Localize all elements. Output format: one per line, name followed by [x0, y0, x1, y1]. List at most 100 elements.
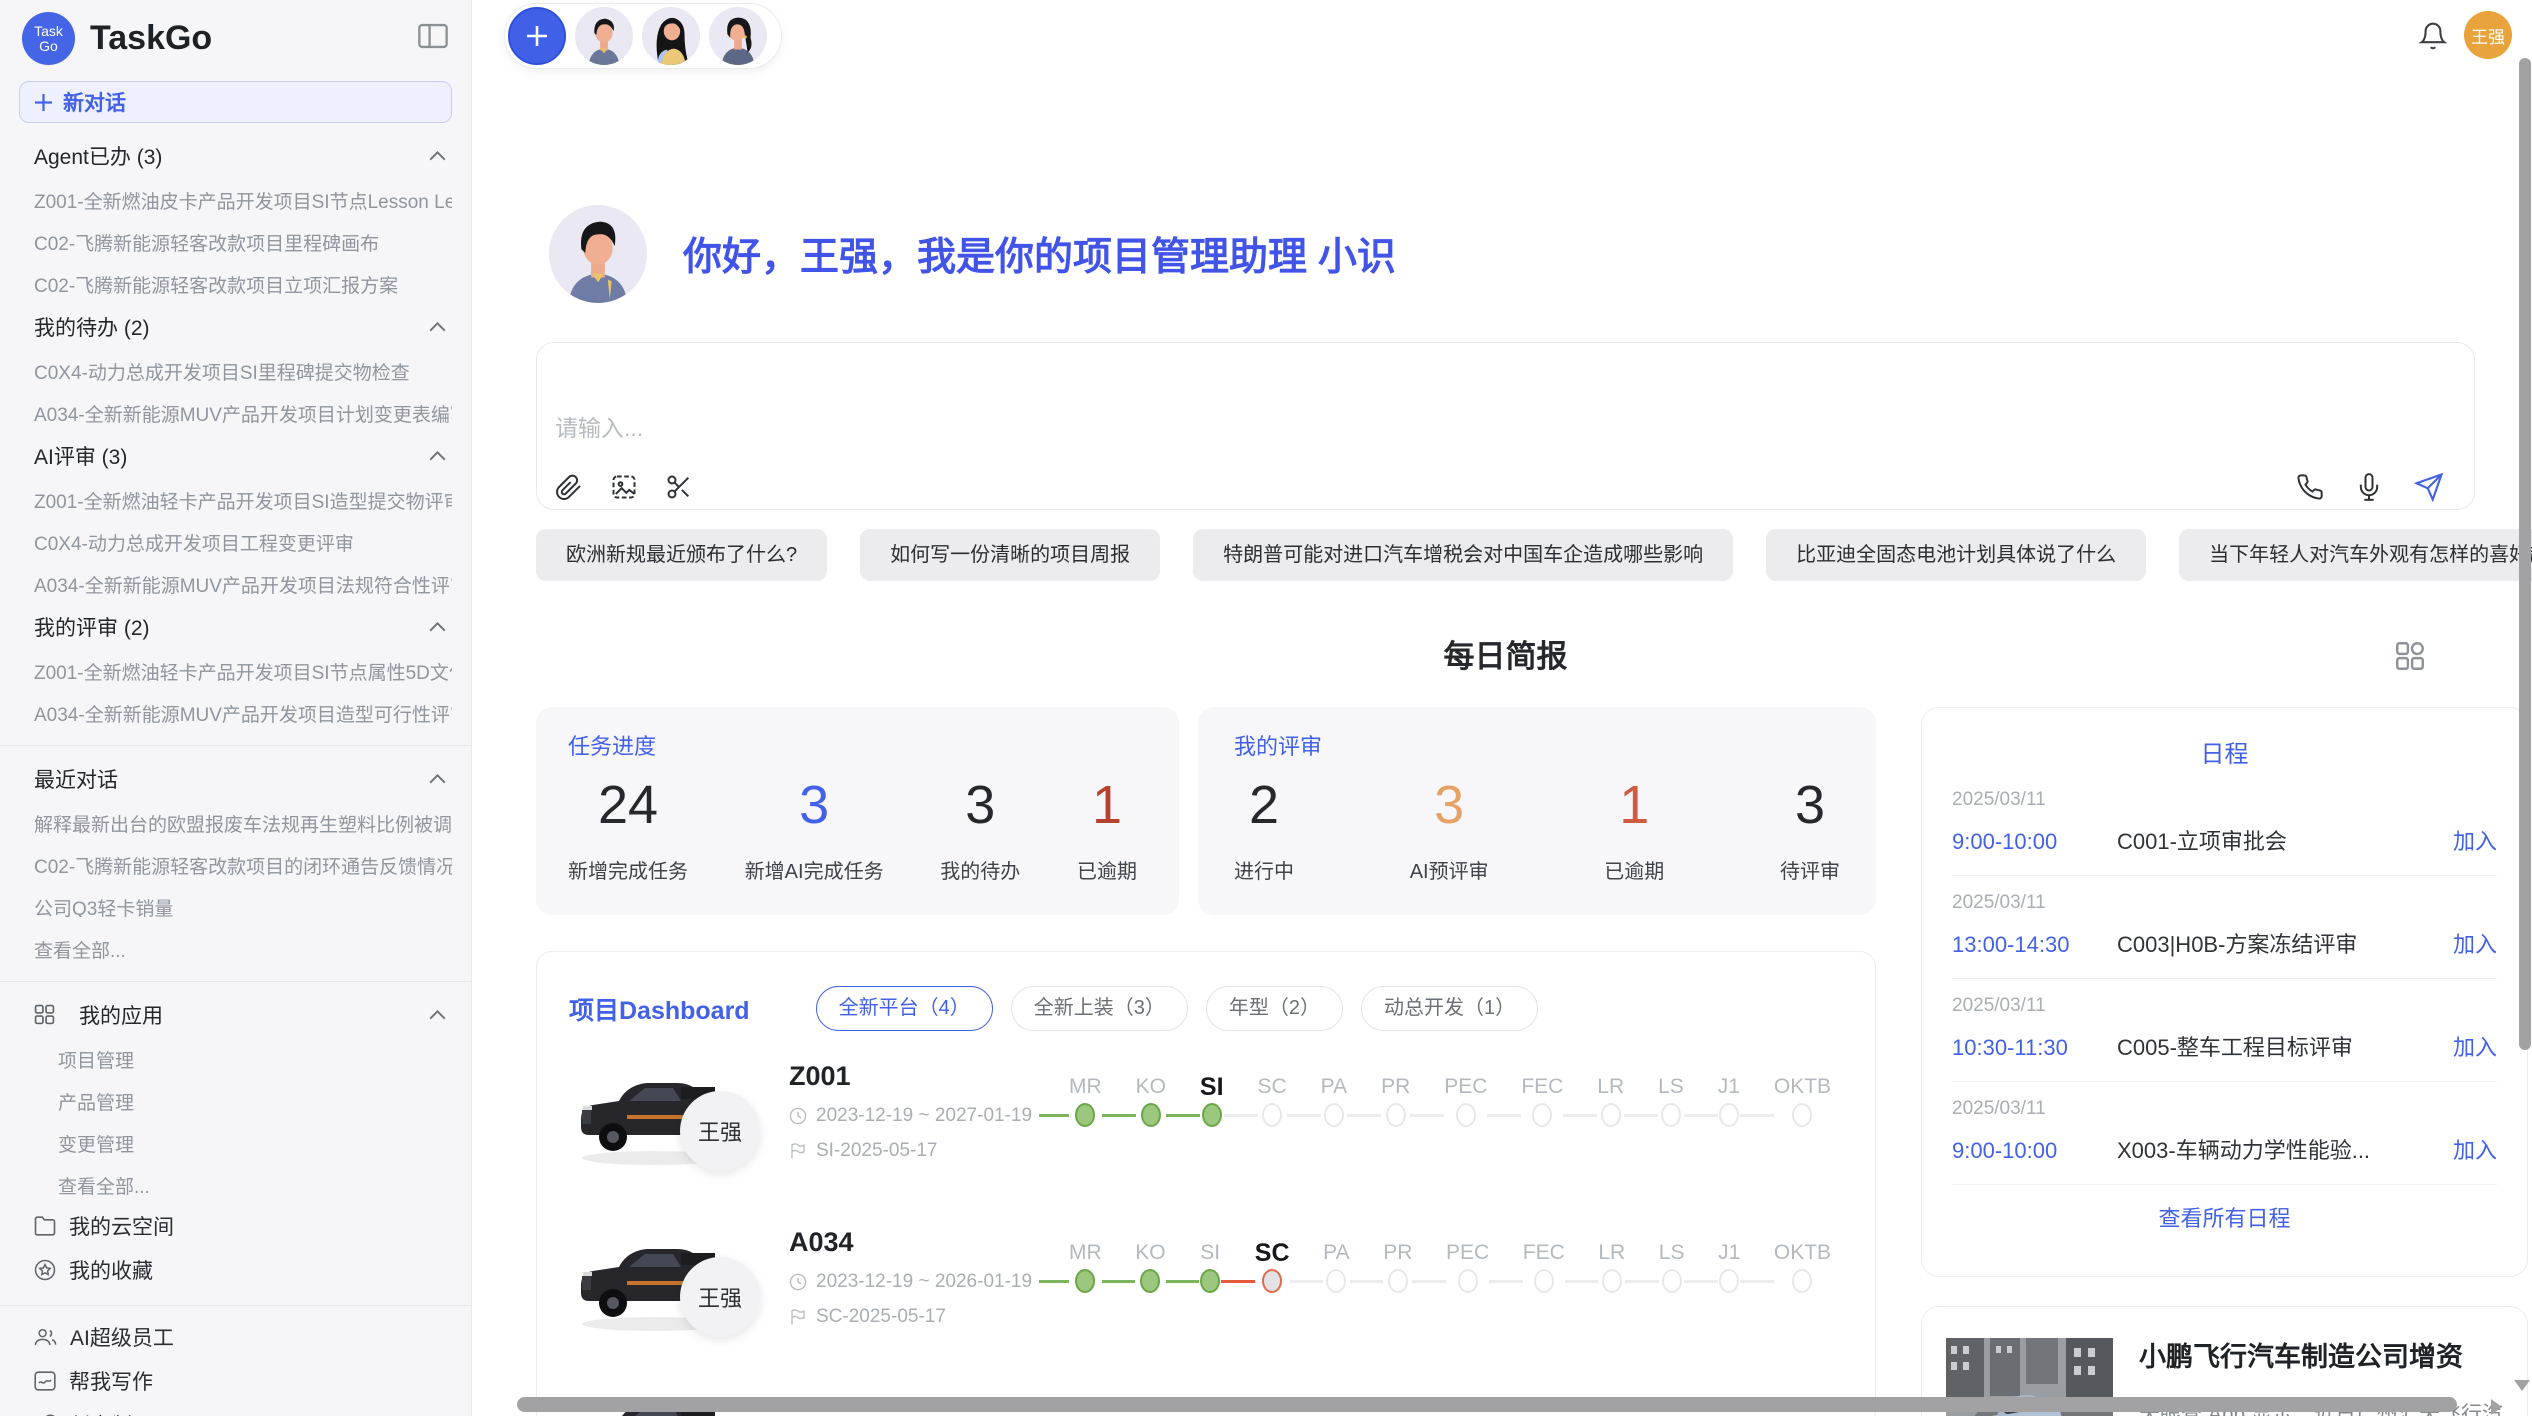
view-all-schedule-link[interactable]: 查看所有日程 [1952, 1201, 2497, 1233]
attachment-icon[interactable] [555, 473, 583, 501]
sidebar-section-header[interactable]: Agent已办 (3) [34, 143, 446, 168]
sidebar-scroll: Agent已办 (3) Z001-全新燃油皮卡产品开发项目SI节点Lesson L… [19, 143, 452, 1416]
sidebar-task-item[interactable]: A034-全新新能源MUV产品开发项目法规符合性评审 [34, 571, 452, 594]
milestone-node [1719, 1269, 1739, 1293]
sidebar-task-item[interactable]: C02-飞腾新能源轻客改款项目立项汇报方案 [34, 271, 452, 294]
schedule-time: 9:00-10:00 [1952, 1138, 2117, 1164]
apps-grid-icon [34, 1004, 55, 1025]
new-chat-button[interactable]: 新对话 [19, 81, 452, 123]
milestone-node [1719, 1103, 1739, 1127]
chevron-up-icon [429, 451, 446, 461]
join-link[interactable]: 加入 [2453, 927, 2497, 959]
milestone-label: PEC [1444, 1071, 1487, 1103]
app-item[interactable]: 变更管理 [58, 1130, 452, 1153]
sidebar-item-writing[interactable]: 帮我写作 [34, 1368, 446, 1394]
milestone: SC [1258, 1071, 1287, 1127]
stat-label: 已逾期 [1077, 855, 1137, 884]
project-code[interactable]: Z001 [789, 1061, 1039, 1092]
sidebar-item-creative-draw[interactable]: 创意制图 [34, 1412, 446, 1416]
sidebar-section-header[interactable]: 我的待办 (2) [34, 314, 446, 339]
suggestion-chip[interactable]: 欧洲新规最近颁布了什么? [536, 529, 827, 581]
app-item[interactable]: 产品管理 [58, 1088, 452, 1111]
join-link[interactable]: 加入 [2453, 1030, 2497, 1062]
dashboard-tab[interactable]: 年型（2） [1206, 986, 1343, 1031]
sidebar-task-item[interactable]: C02-飞腾新能源轻客改款项目里程碑画布 [34, 229, 452, 252]
milestone-node [1792, 1269, 1812, 1293]
view-all-chats-link[interactable]: 查看全部... [34, 936, 452, 959]
suggestion-chip[interactable]: 当下年轻人对汽车外观有怎样的喜好趋势 [2179, 529, 2532, 581]
app-item[interactable]: 项目管理 [58, 1046, 452, 1069]
sidebar-task-item[interactable]: C0X4-动力总成开发项目SI里程碑提交物检查 [34, 358, 452, 381]
recent-chat-item[interactable]: C02-飞腾新能源轻客改款项目的闭环通告反馈情况 [34, 852, 452, 875]
milestone-node [1661, 1103, 1681, 1127]
app-items: 项目管理产品管理变更管理查看全部... [19, 1046, 452, 1195]
join-link[interactable]: 加入 [2453, 824, 2497, 856]
my-review-card: 我的评审 2进行中3AI预评审1已逾期3待评审 [1198, 707, 1876, 915]
dashboard-tab[interactable]: 全新上装（3） [1011, 986, 1188, 1031]
milestone-label: PA [1323, 1237, 1349, 1269]
milestone-label: J1 [1718, 1071, 1740, 1103]
sidebar-task-item[interactable]: Z001-全新燃油轻卡产品开发项目SI造型提交物评审 [34, 487, 452, 510]
suggestion-chip[interactable]: 比亚迪全固态电池计划具体说了什么 [1766, 529, 2146, 581]
sidebar-item-ai-staff[interactable]: AI超级员工 [34, 1324, 446, 1350]
suggestion-chip[interactable]: 特朗普可能对进口汽车增税会对中国车企造成哪些影响 [1193, 529, 1733, 581]
new-chat-label: 新对话 [63, 87, 126, 117]
sidebar-item-favorites[interactable]: 我的收藏 [34, 1257, 446, 1283]
sidebar-task-item[interactable]: A034-全新新能源MUV产品开发项目计划变更表编写 [34, 400, 452, 423]
flag-icon [789, 1142, 807, 1160]
project-dates: 2023-12-19 ~ 2027-01-19 [789, 1105, 1039, 1127]
join-link[interactable]: 加入 [2453, 1133, 2497, 1165]
timeline-segment [1410, 1114, 1444, 1117]
recent-chat-item[interactable]: 公司Q3轻卡销量 [34, 894, 452, 917]
chevron-up-icon [429, 1010, 446, 1020]
timeline-segment [1039, 1114, 1069, 1117]
app-item[interactable]: 查看全部... [58, 1172, 452, 1195]
timeline-segment [1489, 1280, 1523, 1283]
milestone-label: OKTB [1774, 1237, 1831, 1269]
sidebar-item-cloud[interactable]: 我的云空间 [34, 1213, 446, 1239]
sidebar-task-item[interactable]: A034-全新新能源MUV产品开发项目造型可行性评审 [34, 700, 452, 723]
send-icon[interactable] [2414, 472, 2444, 502]
recent-chat-item[interactable]: 解释最新出台的欧盟报废车法规再生塑料比例被调至15%... [34, 810, 452, 833]
milestone: LS [1658, 1071, 1684, 1127]
layout-grid-icon[interactable] [2393, 639, 2427, 678]
milestone: PR [1381, 1071, 1410, 1127]
scroll-down-arrow[interactable] [2514, 1380, 2530, 1391]
project-code[interactable]: A034 [789, 1227, 1039, 1258]
sidebar-section-apps[interactable]: 我的应用 [34, 1002, 446, 1027]
sidebar-section-recent[interactable]: 最近对话 [34, 766, 446, 791]
vertical-scrollbar[interactable] [2519, 58, 2531, 1050]
scissors-icon[interactable] [665, 473, 693, 501]
project-info: Z0012023-12-19 ~ 2027-01-19SI-2025-05-17 [789, 1057, 1039, 1197]
task-progress-card: 任务进度 24新增完成任务3新增AI完成任务3我的待办1已逾期 [536, 707, 1179, 915]
scroll-right-arrow[interactable] [2491, 1399, 2502, 1415]
sidebar-section-header[interactable]: AI评审 (3) [34, 443, 446, 468]
folder-icon [34, 1216, 56, 1236]
sidebar-task-item[interactable]: Z001-全新燃油皮卡产品开发项目SI节点Lesson Learn报告 [34, 187, 452, 210]
voice-call-icon[interactable] [2296, 473, 2324, 501]
suggestion-chip[interactable]: 如何写一份清晰的项目周报 [860, 529, 1160, 581]
milestone: SC [1255, 1237, 1290, 1293]
chat-input[interactable]: 请输入... [555, 409, 2444, 443]
milestone-label: LS [1659, 1237, 1685, 1269]
dashboard-tab[interactable]: 全新平台（4） [816, 986, 993, 1031]
timeline-segment [1221, 1280, 1255, 1283]
microphone-icon[interactable] [2355, 473, 2383, 501]
sidebar-collapse-icon[interactable] [418, 23, 448, 54]
milestone: OKTB [1774, 1071, 1831, 1127]
milestone-label: KO [1135, 1237, 1165, 1269]
horizontal-scrollbar[interactable] [517, 1397, 2457, 1412]
timeline-segment [1166, 1280, 1200, 1283]
project-list: 王强Z0012023-12-19 ~ 2027-01-19SI-2025-05-… [569, 1057, 1831, 1416]
milestone-label: FEC [1521, 1071, 1563, 1103]
sidebar-task-item[interactable]: Z001-全新燃油轻卡产品开发项目SI节点属性5D文件评审 [34, 658, 452, 681]
milestone-node [1326, 1269, 1346, 1293]
sidebar-task-item[interactable]: C0X4-动力总成开发项目工程变更评审 [34, 529, 452, 552]
image-upload-icon[interactable] [610, 473, 638, 501]
stat: 3待评审 [1780, 773, 1840, 884]
dashboard-tab[interactable]: 动总开发（1） [1361, 986, 1538, 1031]
milestone: J1 [1718, 1071, 1740, 1127]
milestone: SI [1199, 1237, 1221, 1293]
sidebar-section-header[interactable]: 我的评审 (2) [34, 614, 446, 639]
owner-badge: 王强 [680, 1257, 760, 1337]
